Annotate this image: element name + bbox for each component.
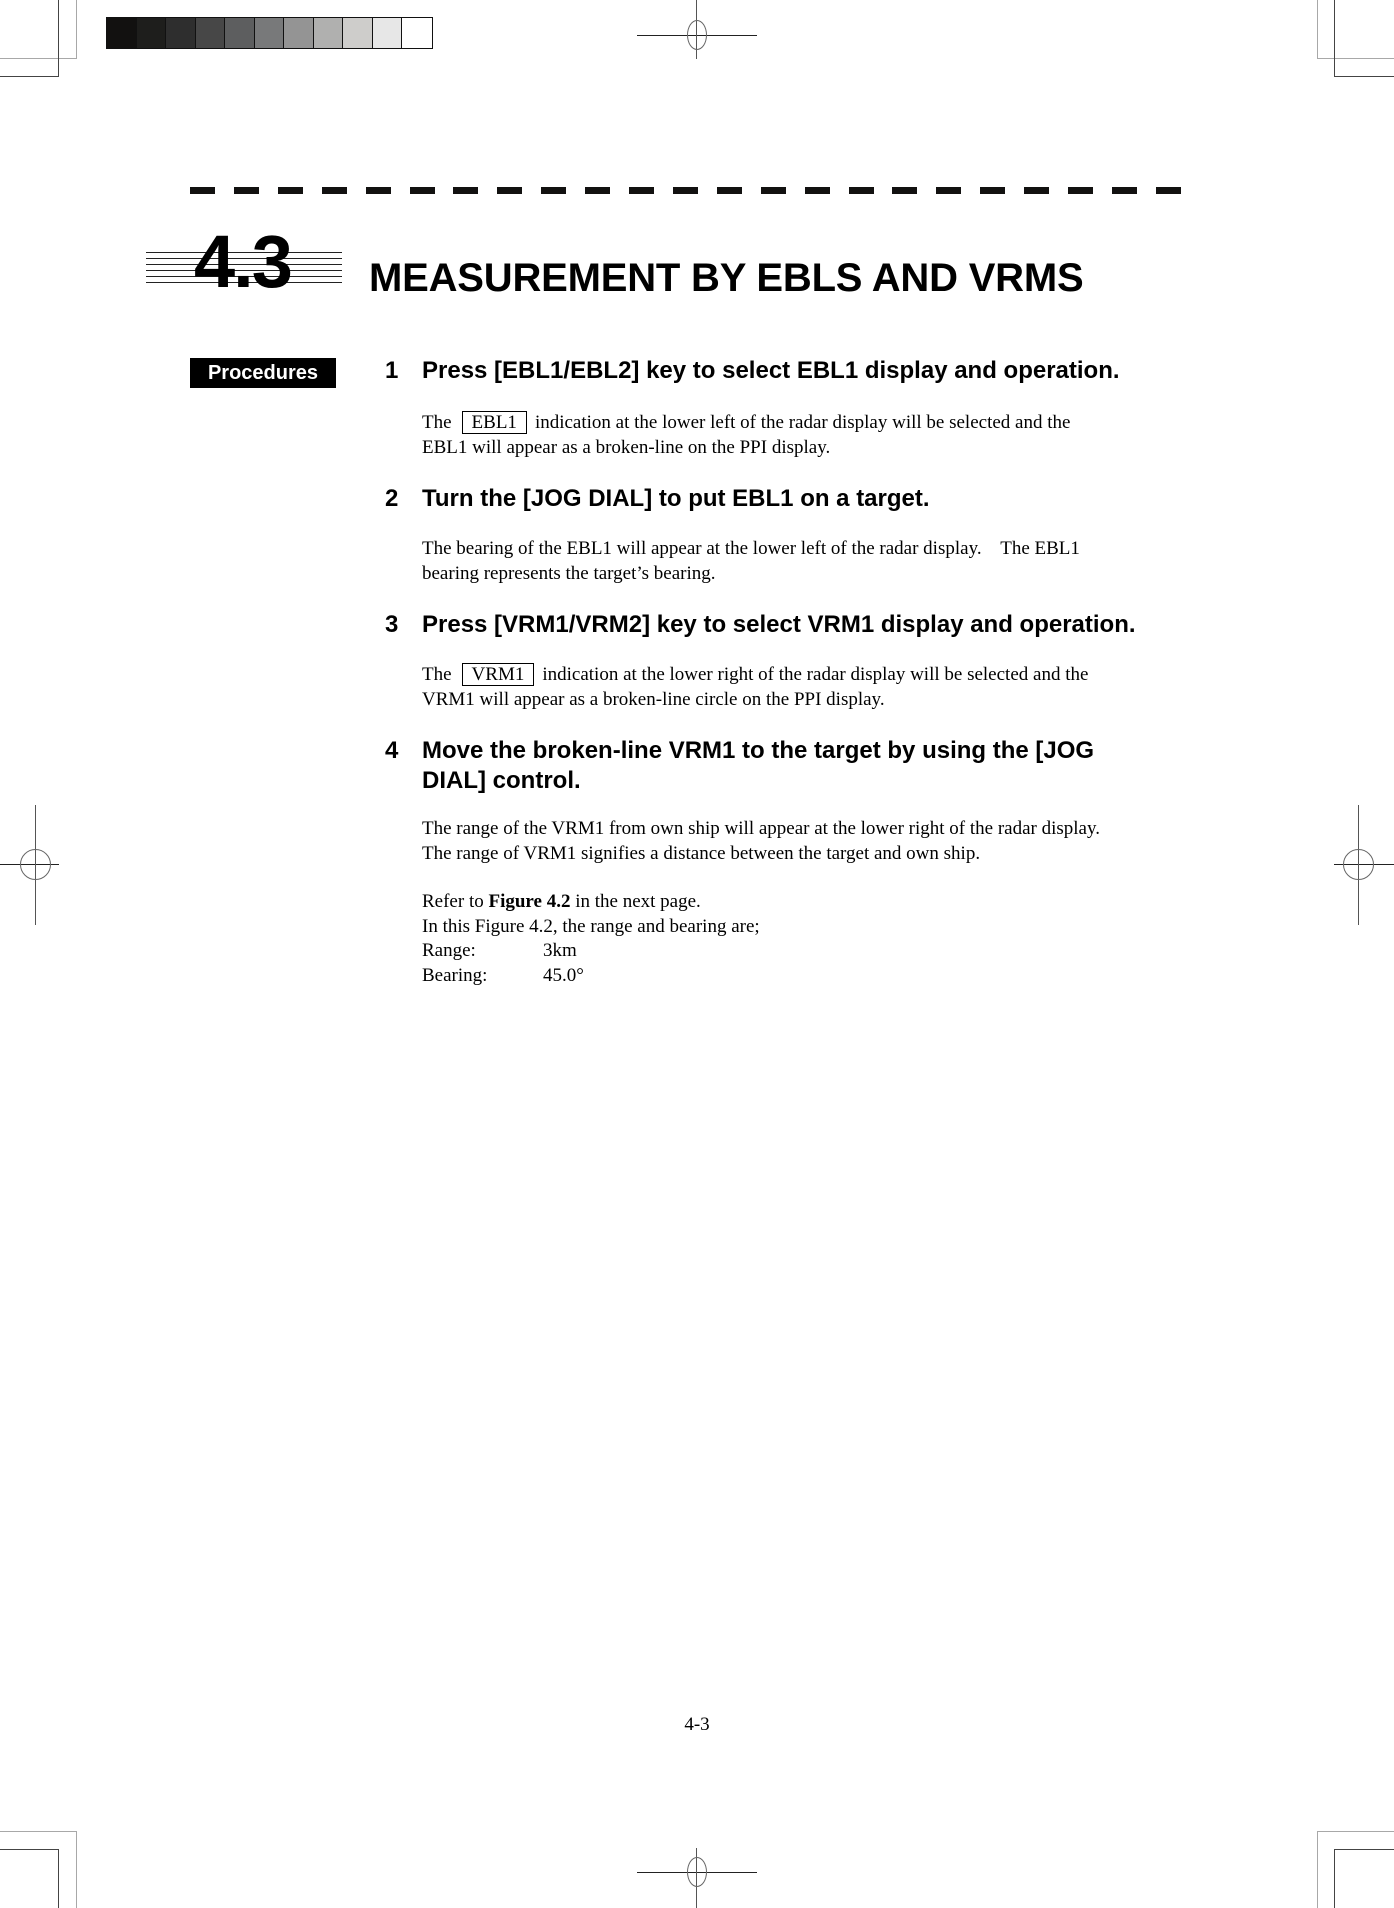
step-number: 4 — [385, 737, 399, 764]
registration-mark-top — [637, 0, 757, 60]
step-title-line-2: DIAL] control. — [422, 767, 581, 794]
rule-dash — [585, 187, 611, 194]
crop-mark-top-left-vertical — [76, 0, 77, 59]
step-number: 3 — [385, 611, 399, 638]
refer-prefix: Refer to — [422, 891, 489, 912]
step-2-body-line-2: bearing represents the target’s bearing. — [422, 562, 716, 584]
step-1-body-line-2: EBL1 will appear as a broken-line on the… — [422, 436, 831, 458]
section-title: MEASUREMENT BY EBLS AND VRMS — [369, 256, 1084, 300]
range-row: Range: 3km — [422, 939, 1100, 964]
color-swatch — [166, 18, 196, 48]
rule-dash — [1068, 187, 1093, 194]
crop-mark-bottom-right-horizontal — [1317, 1831, 1394, 1832]
vrm1-indicator-box: VRM1 — [461, 663, 535, 686]
crop-mark-top-right-horizontal-inner — [1334, 76, 1394, 77]
refer-suffix: in the next page. — [570, 891, 701, 912]
rule-dash — [365, 187, 391, 194]
rule-dash — [190, 187, 215, 194]
step-number: 1 — [385, 357, 399, 384]
rule-dash — [716, 187, 742, 194]
crop-mark-bottom-right-vertical — [1317, 1831, 1318, 1908]
bearing-value: 45.0° — [543, 964, 584, 986]
crop-mark-top-left-horizontal — [0, 58, 77, 59]
rule-dash — [497, 187, 523, 194]
color-swatch — [402, 18, 432, 48]
text-prefix: The — [422, 412, 452, 433]
figure-reference: Refer to Figure 4.2 in the next page. — [422, 890, 1100, 915]
range-value: 3km — [543, 940, 577, 961]
color-swatch — [107, 18, 137, 48]
step-title: Press [EBL1/EBL2] key to select EBL1 dis… — [422, 357, 1120, 384]
rule-dash — [1155, 187, 1181, 194]
text-rest: indication at the lower right of the rad… — [542, 664, 1089, 685]
rule-dash — [233, 187, 259, 194]
registration-mark-right — [1334, 805, 1394, 925]
rule-dash — [672, 187, 698, 194]
crop-mark-bottom-left-horizontal — [0, 1831, 77, 1832]
range-label: Range: — [422, 940, 476, 961]
registration-mark-bottom — [637, 1848, 757, 1908]
step-title-line-1: Move the broken-line VRM1 to the target … — [422, 737, 1095, 764]
color-swatch — [225, 18, 255, 48]
step-2-body-line-1: The bearing of the EBL1 will appear at t… — [422, 538, 1080, 559]
step-title: Turn the [JOG DIAL] to put EBL1 on a tar… — [422, 485, 930, 512]
crop-mark-bottom-right-vertical-inner — [1334, 1849, 1335, 1908]
step-title: Press [VRM1/VRM2] key to select VRM1 dis… — [422, 611, 1136, 638]
rule-dash — [629, 187, 654, 194]
rule-dash — [541, 187, 567, 194]
procedures-badge: Procedures — [190, 358, 336, 388]
rule-dash — [804, 187, 830, 194]
crop-mark-top-right-vertical — [1317, 0, 1318, 59]
ebl1-indicator-box: EBL1 — [461, 411, 527, 434]
step-4-body: The range of the VRM1 from own ship will… — [422, 817, 1100, 988]
step-3-body-line-2: VRM1 will appear as a broken-line circle… — [422, 688, 885, 710]
crop-mark-top-right-vertical-inner — [1334, 0, 1335, 77]
crop-mark-bottom-left-vertical-inner — [58, 1849, 59, 1908]
text-rest: indication at the lower left of the rada… — [534, 412, 1071, 433]
crop-mark-top-left-vertical-inner — [58, 0, 59, 77]
color-swatch — [254, 18, 284, 48]
rule-dash — [1111, 187, 1137, 194]
crop-mark-bottom-left-horizontal-inner — [0, 1849, 59, 1850]
figure-intro: In this Figure 4.2, the range and bearin… — [422, 915, 760, 937]
bearing-row: Bearing: 45.0° — [422, 964, 1100, 989]
crop-mark-bottom-left-vertical — [76, 1831, 77, 1908]
page-number: 4-3 — [684, 1714, 710, 1735]
bearing-label: Bearing: — [422, 964, 488, 986]
crop-mark-top-right-horizontal — [1317, 58, 1394, 59]
rule-dash — [277, 187, 303, 194]
rule-dash — [453, 187, 479, 194]
registration-mark-left — [0, 805, 60, 925]
rule-dash — [321, 187, 347, 194]
color-swatch — [372, 18, 402, 48]
rule-dash — [936, 187, 962, 194]
color-swatch — [284, 18, 314, 48]
color-swatch — [343, 18, 373, 48]
crop-mark-bottom-right-horizontal-inner — [1334, 1849, 1394, 1850]
step-4-body-line-2: The range of VRM1 signifies a distance b… — [422, 842, 981, 864]
step-3-body: The VRM1 indication at the lower right of … — [422, 663, 1088, 712]
rule-dash — [848, 187, 874, 194]
step-1-body: The EBL1 indication at the lower left of t… — [422, 411, 1070, 460]
step-2-body: The bearing of the EBL1 will appear at t… — [422, 537, 1080, 586]
color-swatch — [195, 18, 225, 48]
rule-dash — [1024, 187, 1050, 194]
section-number-block: 4.3 — [146, 225, 342, 299]
crop-mark-top-left-horizontal-inner — [0, 76, 59, 77]
step-4-body-line-1: The range of the VRM1 from own ship will… — [422, 818, 1101, 839]
step-number: 2 — [385, 485, 399, 512]
rule-dash — [409, 187, 435, 194]
step-1-body-line-1: The EBL1 indication at the lower left of t… — [422, 411, 1070, 436]
figure-link: Figure 4.2 — [488, 891, 571, 912]
section-dashed-rule — [190, 187, 1181, 195]
color-swatch — [136, 18, 166, 48]
rule-dash — [892, 187, 918, 194]
step-3-body-line-1: The VRM1 indication at the lower right of … — [422, 663, 1088, 688]
section-number: 4.3 — [194, 220, 293, 303]
color-swatch — [313, 18, 343, 48]
rule-dash — [760, 187, 786, 194]
text-prefix: The — [422, 664, 452, 685]
rule-dash — [980, 187, 1006, 194]
color-calibration-bar — [106, 17, 433, 49]
